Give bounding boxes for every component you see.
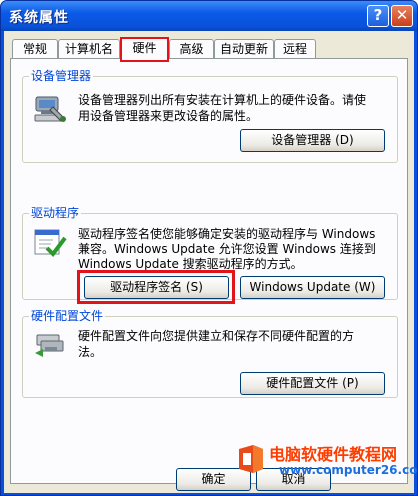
title-bar[interactable]: 系统属性 ? ✕ [1, 1, 417, 31]
device-manager-icon [33, 91, 67, 125]
drivers-group-title: 驱动程序 [29, 206, 82, 221]
drivers-description-line2: 兼容。Windows Update 允许您设置 Windows 连接到 [78, 242, 376, 256]
device-manager-button[interactable]: 设备管理器 (D) [240, 129, 385, 152]
driver-signing-icon [33, 226, 67, 260]
tab-remote[interactable]: 远程 [274, 39, 316, 59]
device-manager-description-line2: 用设备管理器来更改设备的属性。 [78, 109, 259, 123]
hardware-profiles-description-line1: 硬件配置文件向您提供建立和保存不同硬件配置的方 [78, 329, 355, 343]
hardware-tab-panel: 设备管理器 设备管理器列出所有安装在计算机上的硬件设备。请使 用设备管理器来更改… [10, 58, 408, 484]
tab-general[interactable]: 常规 [12, 39, 58, 59]
hardware-profiles-icon [33, 327, 67, 361]
windows-update-button[interactable]: Windows Update (W) [240, 276, 385, 299]
site-watermark: 电脑软硬件教程网 www.computer26.com [233, 441, 418, 491]
office-logo-icon [235, 443, 267, 475]
hardware-profiles-button[interactable]: 硬件配置文件 (P) [240, 372, 385, 395]
tab-automatic-updates[interactable]: 自动更新 [214, 39, 274, 59]
tab-advanced[interactable]: 高级 [169, 39, 214, 59]
tab-hardware-highlight [120, 37, 169, 62]
tab-strip: 常规 计算机名 硬件 高级 自动更新 远程 [10, 37, 410, 62]
drivers-description-line1: 驱动程序签名使您能够确定安装的驱动程序与 Windows [78, 227, 376, 241]
device-manager-group: 设备管理器 设备管理器列出所有安装在计算机上的硬件设备。请使 用设备管理器来更改… [22, 69, 398, 163]
driver-signing-button-highlight [77, 270, 235, 304]
hardware-profiles-group: 硬件配置文件 硬件配置文件向您提供建立和保存不同硬件配置的方 法。 硬件配置文件… [22, 309, 398, 398]
help-button[interactable]: ? [367, 5, 389, 27]
tab-computer-name[interactable]: 计算机名 [58, 39, 120, 59]
window-title: 系统属性 [9, 10, 69, 26]
device-manager-group-title: 设备管理器 [29, 69, 94, 84]
system-properties-window: 系统属性 ? ✕ 常规 计算机名 硬件 高级 自动更新 远程 设备管理器 设备管… [0, 0, 418, 496]
device-manager-description-line1: 设备管理器列出所有安装在计算机上的硬件设备。请使 [78, 93, 367, 107]
close-button[interactable]: ✕ [391, 5, 413, 27]
hardware-profiles-description-line2: 法。 [78, 345, 103, 359]
drivers-group: 驱动程序 驱动程序签名使您能够确定安装的驱动程序与 Windows 兼容。Win… [22, 206, 398, 304]
hardware-profiles-group-title: 硬件配置文件 [29, 309, 106, 324]
dialog-client-area: 常规 计算机名 硬件 高级 自动更新 远程 设备管理器 设备管理器列出所有安装在… [4, 31, 414, 493]
watermark-url: www.computer26.com [279, 463, 418, 477]
watermark-title: 电脑软硬件教程网 [269, 445, 398, 464]
